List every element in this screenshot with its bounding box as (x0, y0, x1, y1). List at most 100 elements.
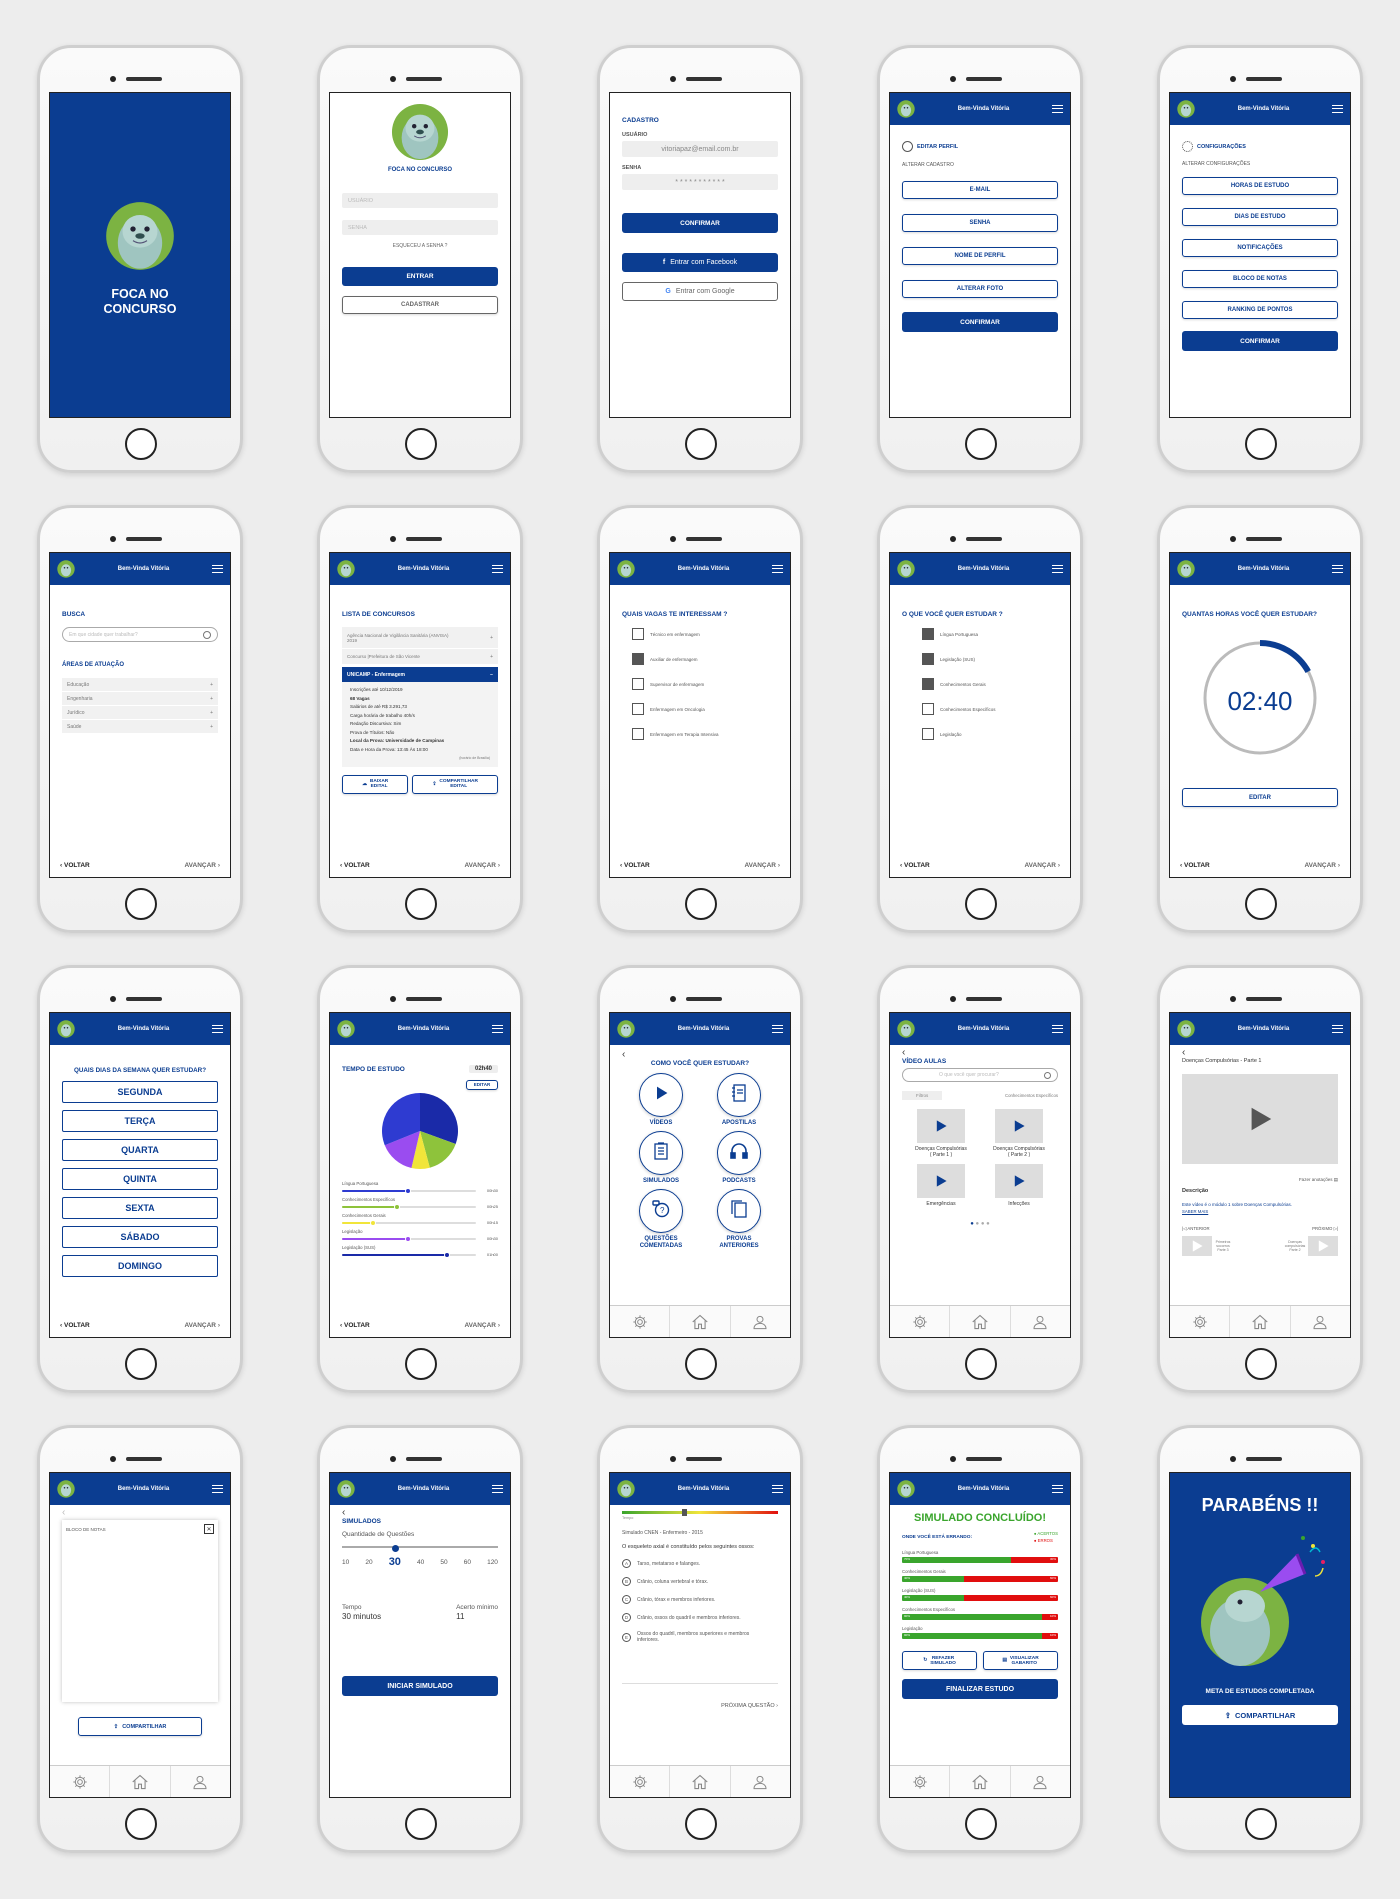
hamburger-menu-icon[interactable] (212, 1025, 223, 1033)
settings-option-button[interactable]: BLOCO DE NOTAS (1182, 270, 1338, 288)
home-button[interactable] (1245, 1348, 1277, 1380)
contest-item[interactable]: Agência Nacional de Vigilância Sanitária… (342, 627, 498, 649)
edit-option-button[interactable]: SENHA (902, 214, 1058, 232)
start-exam-button[interactable]: INICIAR SIMULADO (342, 1676, 498, 1696)
subject-slider[interactable]: Legislação 00h30 (342, 1229, 498, 1242)
pagination-dots[interactable]: ● ● ● ● (902, 1221, 1058, 1227)
home-button[interactable] (125, 888, 157, 920)
download-notice-button[interactable]: ☁ BAIXAR EDITAL (342, 774, 409, 794)
settings-option-button[interactable]: HORAS DE ESTUDO (1182, 177, 1338, 195)
next-video-button[interactable]: PRÓXIMO ▷| (1312, 1226, 1338, 1232)
home-button[interactable] (125, 1348, 157, 1380)
home-button[interactable] (965, 1348, 997, 1380)
more-link[interactable]: SABER MAIS (1182, 1209, 1338, 1214)
home-button[interactable] (685, 428, 717, 460)
question-count-option[interactable]: 10 (342, 1559, 349, 1566)
back-button[interactable]: ‹ VOLTAR (340, 862, 370, 869)
hamburger-menu-icon[interactable] (772, 1025, 783, 1033)
confirm-button[interactable]: CONFIRMAR (902, 312, 1058, 332)
weekday-button[interactable]: SÁBADO (62, 1226, 218, 1248)
answer-option[interactable]: E Ossos do quadril, membros superiores e … (622, 1631, 778, 1643)
share-button[interactable]: ⇪ COMPARTILHAR (78, 1717, 202, 1736)
home-button[interactable] (125, 428, 157, 460)
vacancy-checkbox[interactable]: Auxiliar de enfermagem (632, 653, 778, 665)
facebook-login-button[interactable]: f Entrar com Facebook (622, 253, 778, 272)
tab-settings[interactable] (890, 1306, 951, 1337)
next-button[interactable]: AVANÇAR › (464, 1322, 500, 1329)
hamburger-menu-icon[interactable] (1052, 1025, 1063, 1033)
home-button[interactable] (405, 428, 437, 460)
share-button[interactable]: ⇪ COMPARTILHAR (1182, 1705, 1338, 1725)
share-notice-button[interactable]: ⇪ COMPARTILHAR EDITAL (412, 774, 498, 794)
question-count-option[interactable]: 30 (389, 1556, 401, 1568)
back-arrow-icon[interactable]: ‹ (902, 1047, 1058, 1058)
subject-checkbox[interactable]: Legislação (922, 728, 1058, 740)
home-button[interactable] (405, 1808, 437, 1840)
question-count-option[interactable]: 50 (440, 1559, 447, 1566)
vacancy-checkbox[interactable]: Técnico em enfermagem (632, 628, 778, 640)
back-arrow-icon[interactable]: ‹ (62, 1507, 218, 1518)
hamburger-menu-icon[interactable] (772, 565, 783, 573)
area-item[interactable]: Saúde + (62, 720, 218, 734)
hamburger-menu-icon[interactable] (1332, 565, 1343, 573)
vacancy-checkbox[interactable]: Enfermagem em Oncologia (632, 703, 778, 715)
question-count-option[interactable]: 20 (365, 1559, 372, 1566)
home-button[interactable] (965, 1808, 997, 1840)
back-button[interactable]: ‹ VOLTAR (900, 862, 930, 869)
previous-button[interactable]: |◁ ANTERIOR (1182, 1226, 1210, 1232)
study-method-option[interactable]: APOSTILAS (700, 1073, 778, 1126)
next-button[interactable]: AVANÇAR › (1024, 862, 1060, 869)
tab-profile[interactable] (171, 1766, 230, 1797)
question-count-option[interactable]: 120 (487, 1559, 498, 1566)
back-button[interactable]: ‹ VOLTAR (60, 862, 90, 869)
edit-option-button[interactable]: NOME DE PERFIL (902, 247, 1058, 265)
filter-value[interactable]: Conhecimentos Específicos (1005, 1093, 1058, 1098)
username-input[interactable]: USUÁRIO (342, 193, 498, 208)
study-method-option[interactable]: SIMULADOS (622, 1131, 700, 1184)
google-login-button[interactable]: G Entrar com Google (622, 282, 778, 301)
close-icon[interactable]: ✕ (204, 1524, 214, 1534)
hamburger-menu-icon[interactable] (212, 565, 223, 573)
home-button[interactable] (965, 428, 997, 460)
search-input[interactable]: O que você quer procurar? (902, 1068, 1058, 1082)
video-card[interactable]: Doenças Compulsórias ( Parte 1 ) (902, 1109, 980, 1160)
hamburger-menu-icon[interactable] (492, 565, 503, 573)
edit-option-button[interactable]: ALTERAR FOTO (902, 280, 1058, 298)
next-button[interactable]: AVANÇAR › (1304, 862, 1340, 869)
search-input[interactable]: Em que cidade quer trabalhar? (62, 627, 218, 642)
hamburger-menu-icon[interactable] (1052, 565, 1063, 573)
subject-slider[interactable]: Legislação (SUS) 01h00 (342, 1245, 498, 1258)
contest-item[interactable]: Concurso |Prefeitura de São Vicente + (342, 649, 498, 665)
password-input[interactable]: * * * * * * * * * * * (622, 174, 778, 190)
subject-checkbox[interactable]: Conhecimentos Gerais (922, 678, 1058, 690)
vacancy-checkbox[interactable]: Supervisor de enfermagem (632, 678, 778, 690)
tab-profile[interactable] (731, 1766, 790, 1797)
answer-option[interactable]: D Crânio, ossos do quadril e membros infe… (622, 1613, 778, 1622)
next-question-button[interactable]: PRÓXIMA QUESTÃO › (721, 1703, 778, 1709)
study-method-option[interactable]: ? QUESTÕES COMENTADAS (622, 1189, 700, 1250)
hamburger-menu-icon[interactable] (772, 1485, 783, 1493)
study-method-option[interactable]: PROVAS ANTERIORES (700, 1189, 778, 1250)
edit-button[interactable]: EDITAR (466, 1079, 498, 1090)
video-card[interactable]: Infecções (980, 1164, 1058, 1215)
weekday-button[interactable]: TERÇA (62, 1110, 218, 1132)
back-arrow-icon[interactable]: ‹ (1182, 1047, 1338, 1058)
home-button[interactable] (685, 1808, 717, 1840)
next-button[interactable]: AVANÇAR › (744, 862, 780, 869)
weekday-button[interactable]: QUINTA (62, 1168, 218, 1190)
tab-home[interactable] (1230, 1306, 1291, 1337)
edit-option-button[interactable]: E-MAIL (902, 181, 1058, 199)
view-answers-button[interactable]: ▤ VISUALIZAR GABARITO (983, 1651, 1058, 1670)
next-video-thumb[interactable]: Doenças compulsórias Parte 2 (1282, 1236, 1338, 1256)
filter-chip[interactable]: Filtros (902, 1091, 943, 1100)
answer-option[interactable]: C Crânio, tórax e membros inferiores. (622, 1595, 778, 1604)
hamburger-menu-icon[interactable] (1052, 105, 1063, 113)
tab-profile[interactable] (1011, 1766, 1070, 1797)
password-input[interactable]: SENHA (342, 220, 498, 235)
next-button[interactable]: AVANÇAR › (184, 862, 220, 869)
area-item[interactable]: Jurídico + (62, 706, 218, 720)
subject-checkbox[interactable]: Língua Portuguesa (922, 628, 1058, 640)
finish-study-button[interactable]: FINALIZAR ESTUDO (902, 1679, 1058, 1699)
tab-home[interactable] (110, 1766, 171, 1797)
question-count-slider[interactable] (342, 1545, 498, 1552)
